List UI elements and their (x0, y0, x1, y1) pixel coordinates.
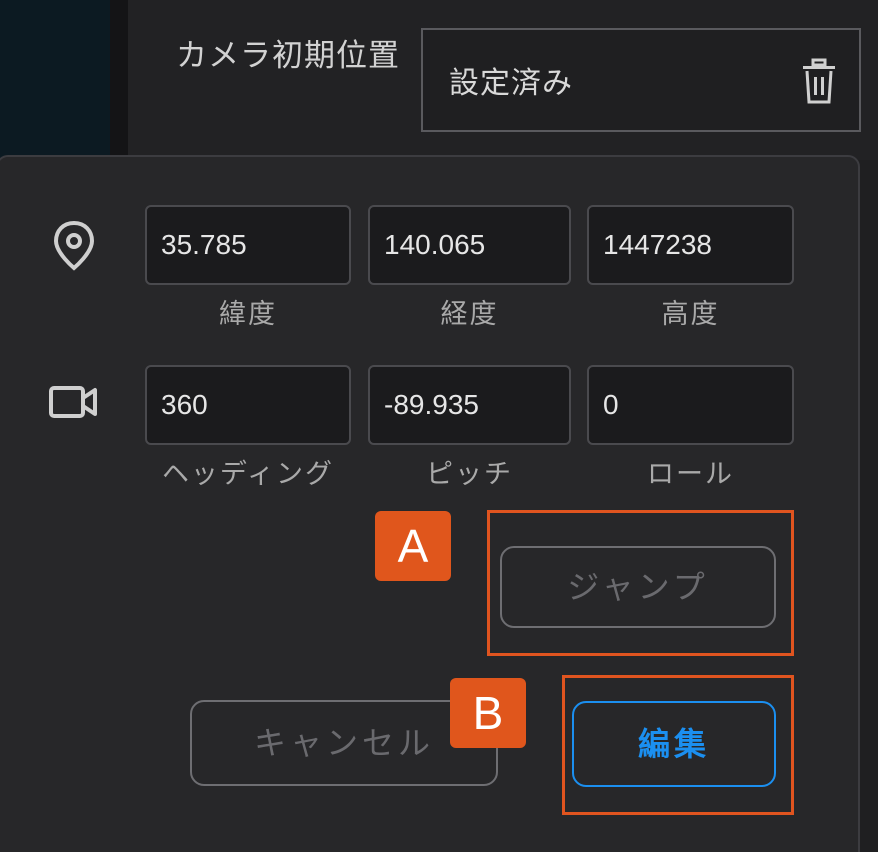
annotation-b-marker: B (450, 678, 526, 748)
longitude-input[interactable]: 140.065 (368, 205, 571, 285)
location-pin-icon (50, 220, 98, 271)
camera-initial-position-label: カメラ初期位置 (176, 38, 400, 74)
annotation-b-highlight (562, 675, 794, 815)
longitude-caption: 経度 (440, 299, 499, 330)
altitude-caption: 高度 (661, 299, 720, 330)
heading-input[interactable]: 360 (145, 365, 351, 445)
camera-initial-position-status: 設定済み (449, 66, 573, 101)
camera-settings-screen: カメラ初期位置 設定済み 35.785 140.065 1447238 緯度 経… (0, 0, 878, 852)
annotation-a-highlight (487, 510, 794, 656)
roll-caption: ロール (647, 459, 734, 490)
heading-caption: ヘッディング (161, 459, 335, 490)
pitch-caption: ピッチ (426, 459, 513, 490)
latitude-caption: 緯度 (219, 299, 277, 330)
latitude-input[interactable]: 35.785 (145, 205, 351, 285)
map-viewport[interactable] (0, 0, 110, 160)
camera-initial-position-field: 設定済み (421, 28, 861, 132)
panel-divider (110, 0, 128, 160)
altitude-input[interactable]: 1447238 (587, 205, 794, 285)
video-camera-icon (48, 382, 100, 422)
pitch-input[interactable]: -89.935 (368, 365, 571, 445)
annotation-a-marker: A (375, 511, 451, 581)
trash-icon[interactable] (799, 58, 839, 106)
roll-input[interactable]: 0 (587, 365, 794, 445)
